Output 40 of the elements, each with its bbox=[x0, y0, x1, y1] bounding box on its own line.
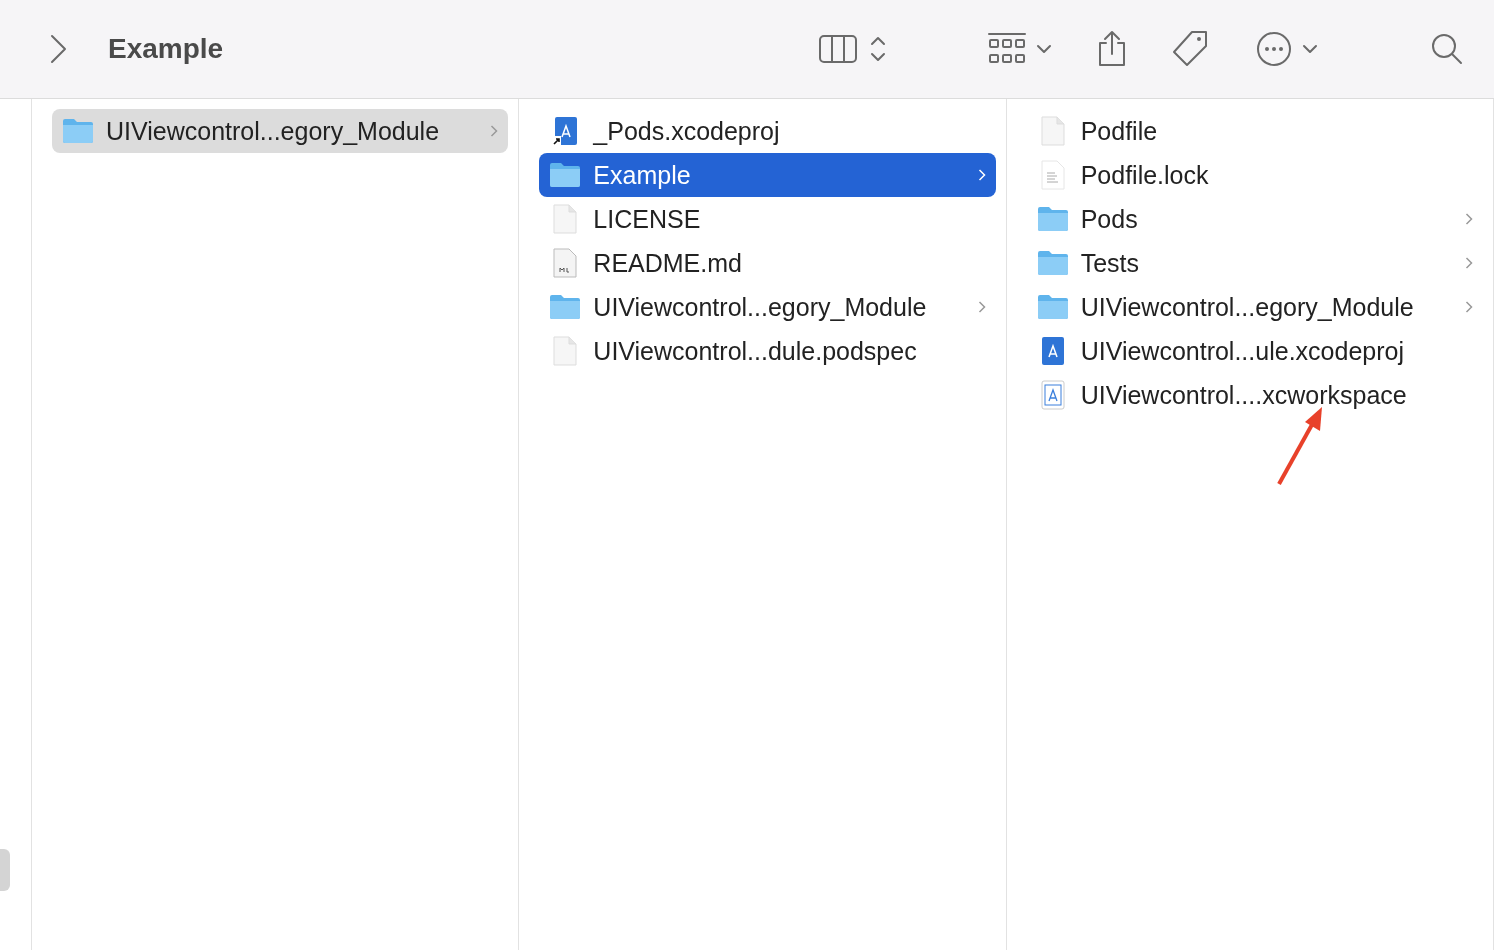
file-item[interactable]: LICENSE bbox=[539, 197, 996, 241]
xcode-workspace-icon bbox=[1039, 380, 1066, 410]
file-item[interactable]: UIViewcontrol....xcworkspace bbox=[1026, 373, 1483, 417]
folder-item[interactable]: UIViewcontrol...egory_Module bbox=[1026, 285, 1483, 329]
more-options-icon[interactable] bbox=[1256, 31, 1292, 67]
file-item[interactable]: README.md bbox=[539, 241, 996, 285]
folder-item[interactable]: UIViewcontrol...egory_Module bbox=[539, 285, 996, 329]
forward-chevron-icon[interactable] bbox=[48, 33, 68, 65]
folder-icon bbox=[62, 118, 94, 144]
chevron-down-icon[interactable] bbox=[1036, 44, 1052, 54]
markdown-file-icon bbox=[552, 248, 579, 278]
up-down-chevron-icon[interactable] bbox=[868, 34, 888, 64]
folder-icon bbox=[549, 162, 582, 188]
window-title: Example bbox=[108, 33, 224, 65]
columns-view-icon[interactable] bbox=[818, 33, 858, 65]
folder-item[interactable]: UIViewcontrol...egory_Module bbox=[52, 109, 509, 153]
file-item[interactable]: UIViewcontrol...dule.podspec bbox=[539, 329, 996, 373]
folder-item[interactable]: Example bbox=[539, 153, 996, 197]
xcode-project-alias-icon bbox=[551, 116, 580, 146]
file-item[interactable]: Podfile bbox=[1026, 109, 1483, 153]
folder-icon bbox=[1036, 250, 1069, 276]
file-item[interactable]: Podfile.lock bbox=[1026, 153, 1483, 197]
document-icon bbox=[552, 204, 579, 234]
scroll-thumb[interactable] bbox=[0, 849, 10, 891]
search-icon[interactable] bbox=[1430, 32, 1464, 66]
folder-item[interactable]: Tests bbox=[1026, 241, 1483, 285]
folder-item[interactable]: Pods bbox=[1026, 197, 1483, 241]
file-item[interactable]: _Pods.xcodeproj bbox=[539, 109, 996, 153]
folder-icon bbox=[1036, 294, 1069, 320]
chevron-down-icon[interactable] bbox=[1302, 44, 1318, 54]
file-item[interactable]: UIViewcontrol...ule.xcodeproj bbox=[1026, 329, 1483, 373]
xcode-project-icon bbox=[1039, 336, 1066, 366]
grid-icon[interactable] bbox=[988, 32, 1026, 66]
text-file-icon bbox=[1039, 160, 1066, 190]
share-icon[interactable] bbox=[1096, 30, 1128, 68]
document-icon bbox=[552, 336, 579, 366]
folder-icon bbox=[1036, 206, 1069, 232]
folder-icon bbox=[549, 294, 582, 320]
tag-icon[interactable] bbox=[1170, 29, 1210, 69]
document-icon bbox=[1039, 116, 1066, 146]
